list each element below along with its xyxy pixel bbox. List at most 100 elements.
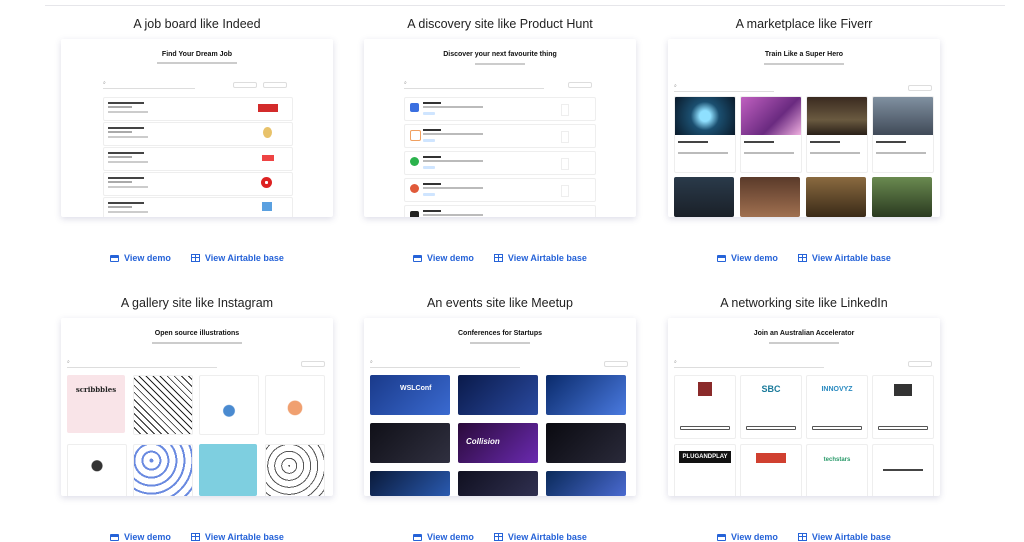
template-card-gallery: A gallery site like Instagram Open sourc…	[61, 294, 333, 542]
event-name: WSLConf	[400, 385, 432, 392]
service-card	[674, 177, 734, 217]
gallery-item	[265, 375, 325, 435]
company-logo: INNOVYZ	[821, 386, 853, 393]
preview-filter	[568, 82, 592, 88]
service-card	[740, 96, 802, 173]
view-airtable-base-link[interactable]: View Airtable base	[493, 253, 587, 263]
browser-icon	[110, 254, 120, 262]
gallery-item	[265, 444, 325, 496]
template-card-events: An events site like Meetup Conferences f…	[364, 294, 636, 542]
view-airtable-base-link[interactable]: View Airtable base	[493, 532, 587, 542]
preview-thumbnail[interactable]: Train Like a Super Hero	[668, 39, 940, 217]
view-airtable-base-link[interactable]: View Airtable base	[190, 532, 284, 542]
card-links: View demo View Airtable base	[61, 253, 333, 263]
preview-title: Conferences for Startups	[457, 330, 543, 337]
preview-search	[674, 83, 774, 92]
list-item	[103, 122, 293, 146]
card-links: View demo View Airtable base	[364, 253, 636, 263]
preview-search	[370, 359, 520, 368]
preview-thumbnail[interactable]: Conferences for Startups WSLConf Collisi…	[364, 318, 636, 496]
event-card	[546, 423, 626, 463]
gallery-item	[133, 375, 193, 435]
service-card	[872, 96, 934, 173]
browser-icon	[413, 254, 423, 262]
preview-subtitle	[157, 62, 237, 64]
table-icon	[493, 533, 503, 541]
card-links: View demo View Airtable base	[61, 532, 333, 542]
preview-thumbnail[interactable]: Join an Australian Accelerator SBC INNOV…	[668, 318, 940, 496]
list-item	[103, 97, 293, 121]
view-demo-link[interactable]: View demo	[110, 253, 171, 263]
list-item	[103, 147, 293, 171]
table-icon	[797, 254, 807, 262]
view-demo-link[interactable]: View demo	[717, 532, 778, 542]
preview-search	[674, 359, 824, 368]
table-icon	[493, 254, 503, 262]
browser-icon	[717, 533, 727, 541]
preview-thumbnail[interactable]: Find Your Dream Job	[61, 39, 333, 217]
view-demo-link[interactable]: View demo	[413, 532, 474, 542]
event-card	[546, 471, 626, 496]
event-name: Collision	[466, 437, 500, 446]
table-icon	[797, 533, 807, 541]
gallery-item: scribbbles	[67, 375, 125, 433]
service-card	[806, 177, 866, 217]
card-title: A networking site like LinkedIn	[720, 296, 888, 310]
preview-title: Discover your next favourite thing	[443, 51, 557, 58]
view-demo-link[interactable]: View demo	[413, 253, 474, 263]
view-demo-link[interactable]: View demo	[110, 532, 171, 542]
company-card	[740, 444, 802, 496]
gallery-item	[199, 444, 257, 496]
preview-filter	[604, 361, 628, 367]
preview-thumbnail[interactable]: Open source illustrations scribbbles	[61, 318, 333, 496]
card-links: View demo View Airtable base	[668, 253, 940, 263]
preview-title: Find Your Dream Job	[161, 51, 233, 58]
template-card-marketplace: A marketplace like Fiverr Train Like a S…	[668, 15, 940, 263]
preview-search	[103, 80, 195, 89]
browser-icon	[717, 254, 727, 262]
card-title: An events site like Meetup	[427, 296, 573, 310]
list-item	[404, 151, 596, 175]
company-card	[872, 444, 934, 496]
browser-icon	[413, 533, 423, 541]
event-card	[546, 375, 626, 415]
company-card: techstars	[806, 444, 868, 496]
preview-thumbnail[interactable]: Discover your next favourite thing	[364, 39, 636, 217]
preview-filter	[908, 85, 932, 91]
service-card	[872, 177, 932, 217]
view-airtable-base-link[interactable]: View Airtable base	[797, 253, 891, 263]
service-card	[806, 96, 868, 173]
event-card	[370, 423, 450, 463]
event-card	[458, 471, 538, 496]
company-logo: SBC	[761, 384, 781, 394]
card-title: A gallery site like Instagram	[120, 296, 274, 310]
event-card: Collision	[458, 423, 538, 463]
gallery-item	[199, 375, 259, 435]
company-card: INNOVYZ	[806, 375, 868, 439]
list-item	[404, 124, 596, 148]
table-icon	[190, 254, 200, 262]
preview-filter	[263, 82, 287, 88]
list-item	[404, 178, 596, 202]
preview-title: Open source illustrations	[154, 330, 240, 337]
view-airtable-base-link[interactable]: View Airtable base	[190, 253, 284, 263]
browser-icon	[110, 533, 120, 541]
event-card	[458, 375, 538, 415]
company-logo: techstars	[823, 457, 851, 463]
company-card	[674, 375, 736, 439]
template-card-discovery: A discovery site like Product Hunt Disco…	[364, 15, 636, 263]
event-card: WSLConf	[370, 375, 450, 415]
company-logo: PLUGANDPLAY	[679, 451, 731, 463]
gallery-item	[133, 444, 193, 496]
view-airtable-base-link[interactable]: View Airtable base	[797, 532, 891, 542]
table-icon	[190, 533, 200, 541]
service-card	[674, 96, 736, 173]
list-item	[404, 97, 596, 121]
preview-search	[67, 359, 217, 368]
preview-title: Train Like a Super Hero	[764, 51, 844, 58]
card-title: A marketplace like Fiverr	[735, 17, 873, 31]
list-item	[103, 197, 293, 217]
service-card	[740, 177, 800, 217]
view-demo-link[interactable]: View demo	[717, 253, 778, 263]
list-item	[103, 172, 293, 196]
